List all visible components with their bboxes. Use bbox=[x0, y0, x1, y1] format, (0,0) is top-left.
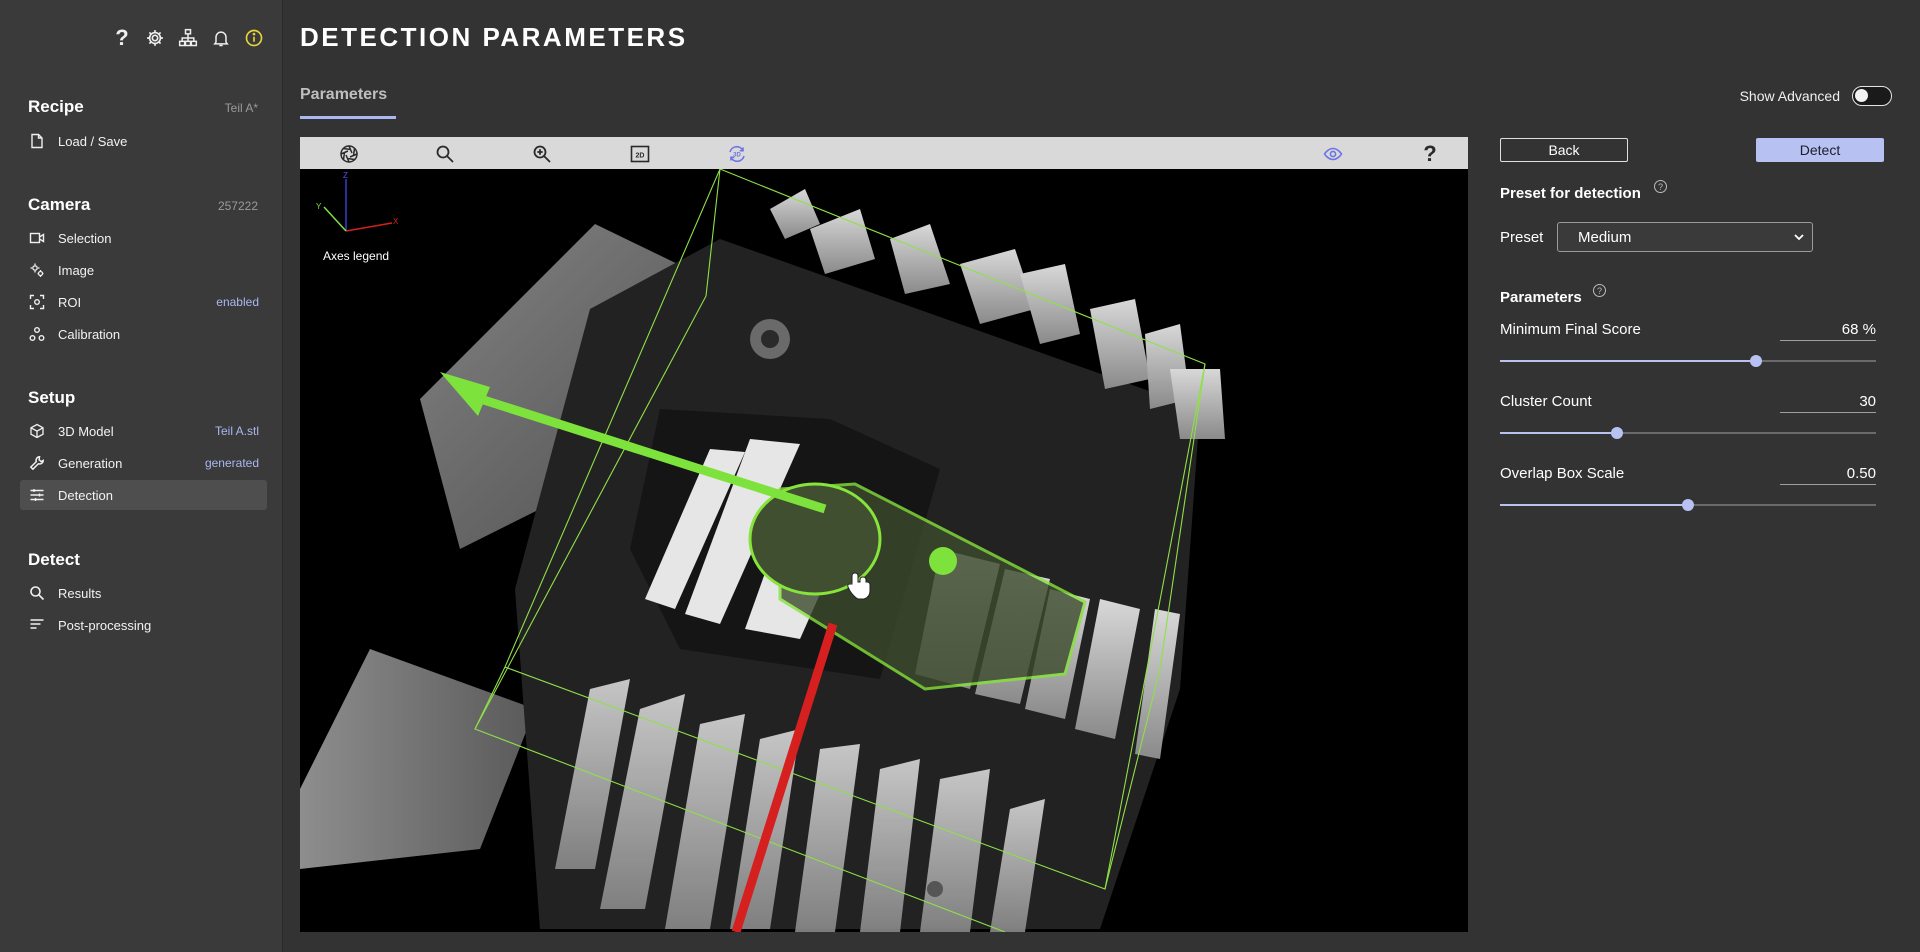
preset-heading: Preset for detection bbox=[1500, 185, 1641, 202]
sidebar-item-results[interactable]: Results bbox=[20, 578, 267, 608]
sidebar-item-label: Generation bbox=[58, 455, 123, 471]
sidebar-item-load-save[interactable]: Load / Save bbox=[20, 126, 267, 156]
chevron-down-icon bbox=[1794, 234, 1804, 241]
cluster-count-label: Cluster Count bbox=[1500, 393, 1592, 410]
viewer-toolbar: 2D 3D ? bbox=[300, 137, 1468, 169]
sidebar: ? Recipe Teil A* Load / Save Camera 2572… bbox=[0, 0, 283, 952]
back-button[interactable]: Back bbox=[1500, 138, 1628, 162]
camera-serial: 257222 bbox=[217, 199, 258, 213]
roi-icon bbox=[28, 293, 46, 311]
sidebar-item-label: Load / Save bbox=[58, 133, 128, 149]
slider-thumb[interactable] bbox=[1610, 427, 1623, 439]
sliders-icon bbox=[28, 486, 46, 504]
search-icon bbox=[28, 584, 46, 602]
axes-gizmo: Y X Z bbox=[316, 171, 399, 232]
sidebar-item-label: Detection bbox=[58, 487, 113, 503]
sidebar-item-calibration[interactable]: Calibration bbox=[20, 319, 267, 349]
rotate-3d-icon[interactable]: 3D bbox=[725, 142, 749, 166]
calibration-icon bbox=[28, 325, 46, 343]
ring-part-lower bbox=[927, 881, 943, 897]
model-file-name: Teil A.stl bbox=[214, 424, 259, 438]
bell-icon[interactable] bbox=[211, 28, 231, 48]
sidebar-item-selection[interactable]: Selection bbox=[20, 223, 267, 253]
gear-icon[interactable] bbox=[145, 28, 165, 48]
sidebar-item-label: Results bbox=[58, 585, 102, 601]
sidebar-item-label: Calibration bbox=[58, 326, 121, 342]
sidebar-item-image[interactable]: Image bbox=[20, 255, 267, 285]
show-advanced-label: Show Advanced bbox=[1739, 88, 1840, 104]
toggle-knob bbox=[1855, 89, 1868, 102]
lines-icon bbox=[28, 616, 46, 634]
sidebar-item-label: Selection bbox=[58, 230, 112, 246]
axis-label-x: X bbox=[393, 217, 399, 226]
image-settings-icon bbox=[28, 261, 46, 279]
detect-button[interactable]: Detect bbox=[1756, 138, 1884, 162]
3d-viewer[interactable]: 2D 3D ? Y X Z Axes legend bbox=[300, 137, 1468, 932]
recipe-name: Teil A* bbox=[224, 101, 258, 115]
overlap-box-scale-input[interactable]: 0.50 bbox=[1780, 465, 1876, 485]
point-cloud-scene: Y X Z bbox=[300, 169, 1225, 932]
tab-parameters[interactable]: Parameters bbox=[300, 86, 387, 104]
document-icon bbox=[28, 132, 46, 150]
slider-fill bbox=[1500, 432, 1617, 434]
view-2d-icon[interactable]: 2D bbox=[628, 142, 652, 166]
search-icon[interactable] bbox=[433, 142, 457, 166]
preset-select[interactable]: Medium bbox=[1557, 222, 1813, 252]
parameters-heading: Parameters bbox=[1500, 289, 1582, 306]
sidebar-item-label: 3D Model bbox=[58, 423, 114, 439]
parameters-help-icon[interactable]: ? bbox=[1593, 284, 1606, 297]
aperture-icon[interactable] bbox=[337, 142, 361, 166]
sidebar-item-label: ROI bbox=[58, 294, 82, 310]
overlap-box-scale-label: Overlap Box Scale bbox=[1500, 465, 1625, 482]
view-2d-text: 2D bbox=[636, 153, 645, 160]
rotate-3d-text: 3D bbox=[733, 153, 741, 159]
slider-thumb[interactable] bbox=[1749, 355, 1762, 367]
preset-value: Medium bbox=[1578, 228, 1632, 246]
page-title: DETECTION PARAMETERS bbox=[300, 22, 688, 52]
help-icon[interactable]: ? bbox=[112, 25, 132, 50]
section-title-setup: Setup bbox=[28, 388, 76, 407]
section-title-recipe: Recipe bbox=[28, 97, 84, 116]
overlap-box-scale-slider[interactable] bbox=[1500, 499, 1876, 511]
show-advanced-toggle[interactable] bbox=[1852, 86, 1892, 106]
slider-thumb[interactable] bbox=[1682, 499, 1694, 511]
slider-fill bbox=[1500, 504, 1688, 506]
generation-status: generated bbox=[204, 456, 259, 470]
tab-active-indicator bbox=[300, 116, 396, 119]
sidebar-item-detection[interactable]: Detection bbox=[20, 480, 267, 510]
min-final-score-label: Minimum Final Score bbox=[1500, 321, 1641, 338]
sidebar-item-roi[interactable]: ROI enabled bbox=[20, 287, 267, 317]
section-title-detect: Detect bbox=[28, 550, 80, 569]
cluster-count-input[interactable]: 30 bbox=[1780, 393, 1876, 413]
axes-legend-label: Axes legend bbox=[323, 249, 390, 263]
preset-help-icon[interactable]: ? bbox=[1654, 180, 1667, 193]
zoom-in-icon[interactable] bbox=[530, 142, 554, 166]
min-final-score-slider[interactable] bbox=[1500, 355, 1876, 367]
sidebar-item-label: Post-processing bbox=[58, 617, 152, 633]
cube-icon bbox=[28, 422, 46, 440]
top-icon-bar: ? bbox=[112, 25, 264, 50]
axis-label-z: Z bbox=[343, 171, 348, 180]
camera-icon bbox=[28, 229, 46, 247]
show-advanced-control: Show Advanced bbox=[1740, 86, 1892, 106]
network-icon[interactable] bbox=[178, 28, 198, 48]
sidebar-item-3d-model[interactable]: 3D Model Teil A.stl bbox=[20, 416, 267, 446]
info-icon[interactable] bbox=[244, 28, 264, 48]
sidebar-item-label: Image bbox=[58, 262, 95, 278]
wrench-icon bbox=[28, 454, 46, 472]
min-final-score-input[interactable]: 68 % bbox=[1780, 321, 1876, 341]
sidebar-item-post-processing[interactable]: Post-processing bbox=[20, 610, 267, 640]
cluster-count-slider[interactable] bbox=[1500, 427, 1876, 439]
section-title-camera: Camera bbox=[28, 195, 91, 214]
preset-label: Preset bbox=[1500, 229, 1544, 246]
eye-icon[interactable] bbox=[1321, 142, 1345, 166]
viewer-help-icon[interactable]: ? bbox=[1418, 141, 1442, 166]
roi-status: enabled bbox=[216, 295, 259, 309]
sidebar-item-generation[interactable]: Generation generated bbox=[20, 448, 267, 478]
slider-fill bbox=[1500, 360, 1756, 362]
axis-label-y: Y bbox=[316, 202, 322, 211]
